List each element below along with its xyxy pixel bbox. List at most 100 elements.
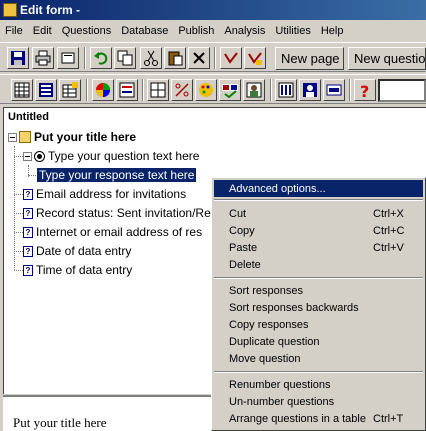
preview-icon[interactable] [57, 47, 79, 69]
spell-check-icon[interactable] [219, 79, 241, 101]
menu-copy[interactable]: Copy Ctrl+C [214, 222, 423, 239]
menu-item-label: Move question [229, 352, 301, 365]
tree-root-label: Untitled [8, 111, 49, 123]
menu-advanced-options[interactable]: Advanced options... [214, 180, 423, 197]
menu-analysis[interactable]: Analysis [219, 25, 270, 37]
person-icon[interactable] [299, 79, 321, 101]
format-toolbar: ? [0, 74, 426, 104]
question-mark-icon: ? [23, 226, 33, 238]
numbers-icon[interactable] [323, 79, 345, 101]
tree-item[interactable]: ? Date of data entry [23, 242, 131, 260]
menu-publish[interactable]: Publish [173, 25, 219, 37]
question-mark-icon: ? [23, 188, 33, 200]
toolbar-input[interactable] [378, 79, 426, 102]
menu-item-label: Arrange questions in a table [229, 412, 366, 425]
grid-icon[interactable] [11, 79, 33, 101]
list-icon[interactable] [35, 79, 57, 101]
help-icon[interactable]: ? [354, 79, 376, 101]
check-icon[interactable] [220, 47, 242, 69]
svg-text:?: ? [360, 82, 369, 98]
menu-item-label: Cut [229, 207, 247, 220]
tree-node-question[interactable]: Type your question text here [23, 147, 199, 165]
menu-questions[interactable]: Questions [57, 25, 117, 37]
new-question-button[interactable]: New questio [348, 47, 426, 70]
collapse-icon[interactable] [23, 151, 32, 161]
menu-item-label: Copy [229, 224, 255, 237]
menu-paste[interactable]: Paste Ctrl+V [214, 239, 423, 256]
delete-icon[interactable] [188, 47, 210, 69]
menu-item-label: Renumber questions [229, 378, 331, 391]
tree-item[interactable]: ? Internet or email address of res [23, 223, 202, 241]
menu-un-number-questions[interactable]: Un-number questions [214, 393, 423, 410]
menu-item-shortcut: Ctrl+T [373, 412, 404, 425]
check-all-icon[interactable] [244, 47, 266, 69]
menu-arrange-questions-table[interactable]: Arrange questions in a table Ctrl+T [214, 410, 423, 427]
tree-item-label: Record status: Sent invitation/Re [36, 206, 211, 220]
menu-edit[interactable]: Edit [28, 25, 57, 37]
menu-renumber-questions[interactable]: Renumber questions [214, 376, 423, 393]
radio-question-icon [34, 150, 45, 162]
menu-item-shortcut: Ctrl+X [373, 207, 404, 220]
menu-bar: File Edit Questions Database Publish Ana… [0, 21, 426, 40]
menu-duplicate-question[interactable]: Duplicate question [214, 333, 423, 350]
question-mark-icon: ? [23, 245, 33, 257]
menu-sort-responses[interactable]: Sort responses [214, 282, 423, 299]
tree-node-response[interactable]: Type your response text here [37, 166, 197, 184]
tree-node-title[interactable]: Put your title here [8, 128, 136, 146]
scissors-icon[interactable] [140, 47, 162, 69]
main-toolbar: New page New questio [0, 42, 426, 72]
tree-item-label: Date of data entry [36, 244, 132, 258]
window-title: Edit form - [20, 3, 80, 17]
menu-item-shortcut: Ctrl+V [373, 241, 404, 254]
menu-copy-responses[interactable]: Copy responses [214, 316, 423, 333]
color-wheel-icon[interactable] [92, 79, 114, 101]
print-icon[interactable] [32, 47, 54, 69]
save-icon[interactable] [7, 47, 29, 69]
form-icon[interactable] [116, 79, 138, 101]
question-mark-icon: ? [23, 264, 33, 276]
menu-move-question[interactable]: Move question [214, 350, 423, 367]
menu-cut[interactable]: Cut Ctrl+X [214, 205, 423, 222]
copy-icon[interactable] [114, 47, 136, 69]
title-bar: Edit form - [0, 0, 426, 20]
menu-item-label: Advanced options... [229, 182, 326, 195]
menu-item-label: Delete [229, 258, 261, 271]
menu-item-label: Sort responses [229, 284, 303, 297]
menu-item-label: Copy responses [229, 318, 309, 331]
menu-help[interactable]: Help [316, 25, 349, 37]
menu-item-label: Sort responses backwards [229, 301, 359, 314]
tree-item[interactable]: ? Email address for invitations [23, 185, 186, 203]
tree-item[interactable]: ? Time of data entry [23, 261, 132, 279]
menu-item-label: Paste [229, 241, 258, 254]
response-label: Type your response text here [37, 168, 197, 182]
table-icon[interactable] [147, 79, 169, 101]
tree-item-label: Internet or email address of res [36, 225, 203, 239]
tree-item[interactable]: ? Record status: Sent invitation/Re [23, 204, 211, 222]
context-menu: Advanced options... Cut Ctrl+X Copy Ctrl… [211, 177, 426, 431]
tree-item-label: Time of data entry [36, 263, 133, 277]
menu-item-shortcut: Ctrl+C [373, 224, 405, 237]
page-icon [19, 131, 31, 143]
undo-icon[interactable] [90, 47, 112, 69]
tree-item-label: Email address for invitations [36, 187, 187, 201]
tree-title-label: Put your title here [34, 130, 137, 144]
image-icon[interactable] [243, 79, 265, 101]
menu-file[interactable]: File [0, 25, 28, 37]
percent-icon[interactable] [171, 79, 193, 101]
menu-database[interactable]: Database [116, 25, 173, 37]
palette-icon[interactable] [195, 79, 217, 101]
menu-item-label: Un-number questions [229, 395, 335, 408]
columns-icon[interactable] [275, 79, 297, 101]
menu-sort-responses-backwards[interactable]: Sort responses backwards [214, 299, 423, 316]
menu-utilities[interactable]: Utilities [270, 25, 315, 37]
add-table-icon[interactable] [59, 79, 81, 101]
menu-item-label: Duplicate question [229, 335, 320, 348]
paste-icon[interactable] [164, 47, 186, 69]
preview-title: Put your title here [13, 415, 107, 430]
collapse-icon[interactable] [8, 132, 17, 142]
menu-delete[interactable]: Delete [214, 256, 423, 273]
question-mark-icon: ? [23, 207, 33, 219]
new-page-button[interactable]: New page [275, 47, 344, 70]
question-label: Type your question text here [48, 149, 200, 163]
app-icon [3, 3, 17, 17]
